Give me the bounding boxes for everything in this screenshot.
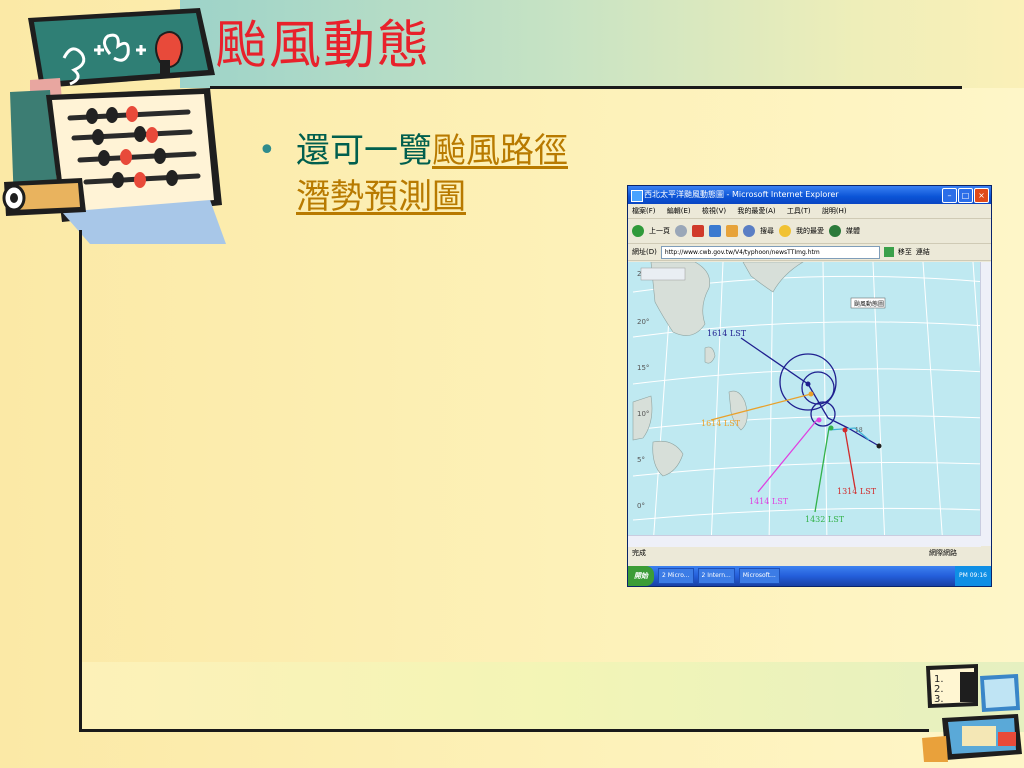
- bottom-band: [80, 662, 1024, 732]
- menu-view[interactable]: 檢視(V): [702, 207, 726, 215]
- track-point: [828, 425, 834, 431]
- lat-label: 15°: [637, 364, 649, 372]
- lat-label: 10°: [637, 410, 649, 418]
- menu-tools[interactable]: 工具(T): [787, 207, 811, 215]
- minimize-icon[interactable]: –: [942, 188, 957, 203]
- go-button[interactable]: 移至: [898, 244, 912, 260]
- back-button[interactable]: 上一頁: [649, 219, 670, 243]
- slide-title: 颱風動態: [215, 16, 432, 76]
- browser-toolbar: 上一頁 搜尋 我的最愛 媒體: [628, 219, 991, 244]
- zone-text: 網際網路: [929, 549, 957, 557]
- close-icon[interactable]: ×: [974, 188, 989, 203]
- menu-edit[interactable]: 編輯(E): [667, 207, 691, 215]
- menu-help[interactable]: 說明(H): [822, 207, 847, 215]
- lat-label: 5°: [637, 456, 645, 464]
- status-bar: 完成 網際網路: [628, 546, 991, 560]
- menu-favorites[interactable]: 我的最愛(A): [737, 207, 775, 215]
- track-point: [805, 381, 811, 387]
- browser-screenshot: 西北太平洋颱風動態圖 - Microsoft Internet Explorer…: [627, 185, 992, 587]
- favorites-icon[interactable]: [779, 225, 791, 237]
- back-icon[interactable]: [632, 225, 644, 237]
- address-input[interactable]: http://www.cwb.gov.tw/V4/typhoon/newsTTI…: [660, 245, 880, 259]
- status-text: 完成: [632, 549, 646, 557]
- menu-file[interactable]: 檔案(F): [632, 207, 656, 215]
- taskbar: 開始 2 Micro... 2 Intern... Microsoft... P…: [628, 566, 991, 586]
- computer-clipart-icon: 1. 2. 3.: [922, 664, 1022, 762]
- lat-label: 0°: [637, 502, 645, 510]
- track-label: 18: [855, 427, 863, 434]
- left-border-line: [79, 230, 82, 732]
- title-underline: [210, 86, 962, 89]
- map-toolbar: [640, 267, 686, 281]
- map-title-text: 颱風動態圖: [854, 300, 884, 308]
- browser-window-title: 西北太平洋颱風動態圖 - Microsoft Internet Explorer: [644, 190, 839, 199]
- browser-menubar: 檔案(F) 編輯(E) 檢視(V) 我的最愛(A) 工具(T) 說明(H): [628, 204, 991, 219]
- track-label: 1432 LST: [805, 515, 845, 524]
- track-point: [842, 427, 848, 433]
- forward-icon[interactable]: [675, 225, 687, 237]
- media-icon[interactable]: [829, 225, 841, 237]
- browser-titlebar: 西北太平洋颱風動態圖 - Microsoft Internet Explorer…: [628, 186, 991, 204]
- taskbar-item[interactable]: Microsoft...: [738, 568, 780, 584]
- address-label: 網址(D): [632, 248, 657, 256]
- refresh-icon[interactable]: [709, 225, 721, 237]
- typhoon-track-map: 25° 20° 15° 10° 5° 0° 颱風動態圖: [628, 262, 991, 546]
- vertical-scrollbar[interactable]: [980, 262, 991, 546]
- track-label: 1314 LST: [837, 487, 877, 496]
- track-label: 1614 LST: [701, 419, 741, 428]
- abacus-clipart-icon: [2, 8, 226, 244]
- track-label: 1414 LST: [749, 497, 789, 506]
- track-point: [876, 443, 882, 449]
- maximize-icon[interactable]: □: [958, 188, 973, 203]
- bullet-dot-icon: •: [258, 133, 276, 168]
- track-label: 1614 LST: [707, 329, 747, 338]
- bullet-text: 還可一覽: [296, 131, 432, 171]
- lat-label: 20°: [637, 318, 649, 326]
- home-icon[interactable]: [726, 225, 738, 237]
- svg-text:3.: 3.: [934, 694, 944, 705]
- go-arrow-icon[interactable]: [883, 247, 894, 257]
- taskbar-item[interactable]: 2 Intern...: [697, 568, 735, 584]
- stop-icon[interactable]: [692, 225, 704, 237]
- links-label[interactable]: 連結: [916, 244, 930, 260]
- search-icon[interactable]: [743, 225, 755, 237]
- search-button[interactable]: 搜尋: [760, 219, 774, 243]
- taskbar-clock: PM 09:16: [955, 566, 991, 586]
- bullet-item: • 還可一覽颱風路徑潛勢預測圖: [258, 128, 588, 220]
- bullet-list: • 還可一覽颱風路徑潛勢預測圖: [258, 128, 588, 220]
- taskbar-item[interactable]: 2 Micro...: [658, 568, 694, 584]
- address-bar: 網址(D) http://www.cwb.gov.tw/V4/typhoon/n…: [628, 244, 991, 261]
- start-button[interactable]: 開始: [628, 566, 654, 586]
- favorites-button[interactable]: 我的最愛: [796, 219, 824, 243]
- ie-icon: [631, 190, 643, 202]
- media-button[interactable]: 媒體: [846, 219, 860, 243]
- track-point: [808, 391, 814, 397]
- track-point: [816, 417, 822, 423]
- bottom-border-line: [79, 729, 929, 732]
